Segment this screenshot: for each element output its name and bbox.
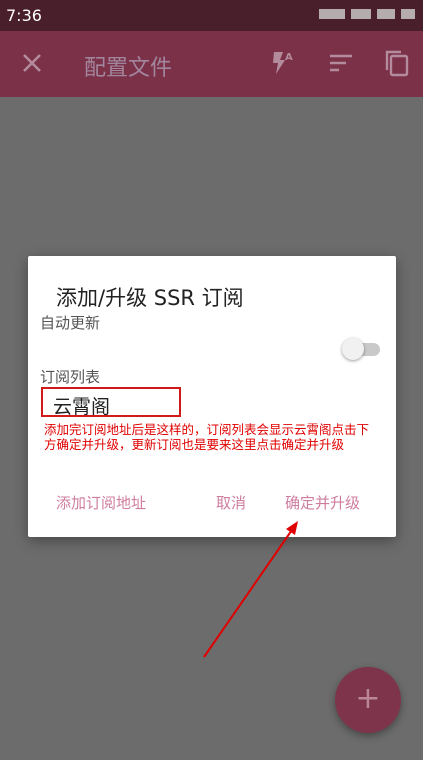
add-fab-button[interactable]: + [335, 667, 401, 733]
add-upgrade-ssr-dialog: 添加/升级 SSR 订阅 自动更新 订阅列表 云霄阁 添加完订阅地址后是这样的，… [28, 256, 396, 537]
sort-icon[interactable] [326, 48, 356, 78]
confirm-upgrade-button[interactable]: 确定并升级 [285, 492, 360, 513]
app-toolbar: 配置文件 A [0, 31, 423, 97]
status-icons [319, 9, 415, 19]
status-bar: 7:36 [0, 0, 423, 31]
svg-text:A: A [285, 52, 293, 63]
notification-icon [377, 9, 395, 19]
auto-update-label: 自动更新 [40, 314, 101, 332]
auto-update-toggle[interactable] [342, 338, 382, 360]
close-icon[interactable] [18, 49, 46, 77]
toggle-thumb [342, 338, 364, 360]
subscription-list-label: 订阅列表 [40, 368, 101, 386]
status-time: 7:36 [6, 6, 42, 25]
copy-icon[interactable] [382, 48, 412, 78]
subscription-item[interactable]: 云霄阁 [53, 392, 110, 419]
wifi-icon [351, 9, 371, 19]
dialog-actions: 添加订阅地址 取消 确定并升级 [28, 492, 396, 520]
plus-icon: + [355, 681, 381, 716]
battery-icon [401, 9, 415, 19]
signal-icon [319, 9, 345, 19]
dialog-title: 添加/升级 SSR 订阅 [56, 286, 244, 310]
annotation-note: 添加完订阅地址后是这样的，订阅列表会显示云霄阁点击下方确定并升级，更新订阅也是要… [44, 422, 370, 452]
add-subscription-url-button[interactable]: 添加订阅地址 [56, 492, 146, 513]
page-title: 配置文件 [84, 56, 173, 81]
flash-auto-icon[interactable]: A [268, 48, 298, 78]
cancel-button[interactable]: 取消 [216, 492, 246, 513]
